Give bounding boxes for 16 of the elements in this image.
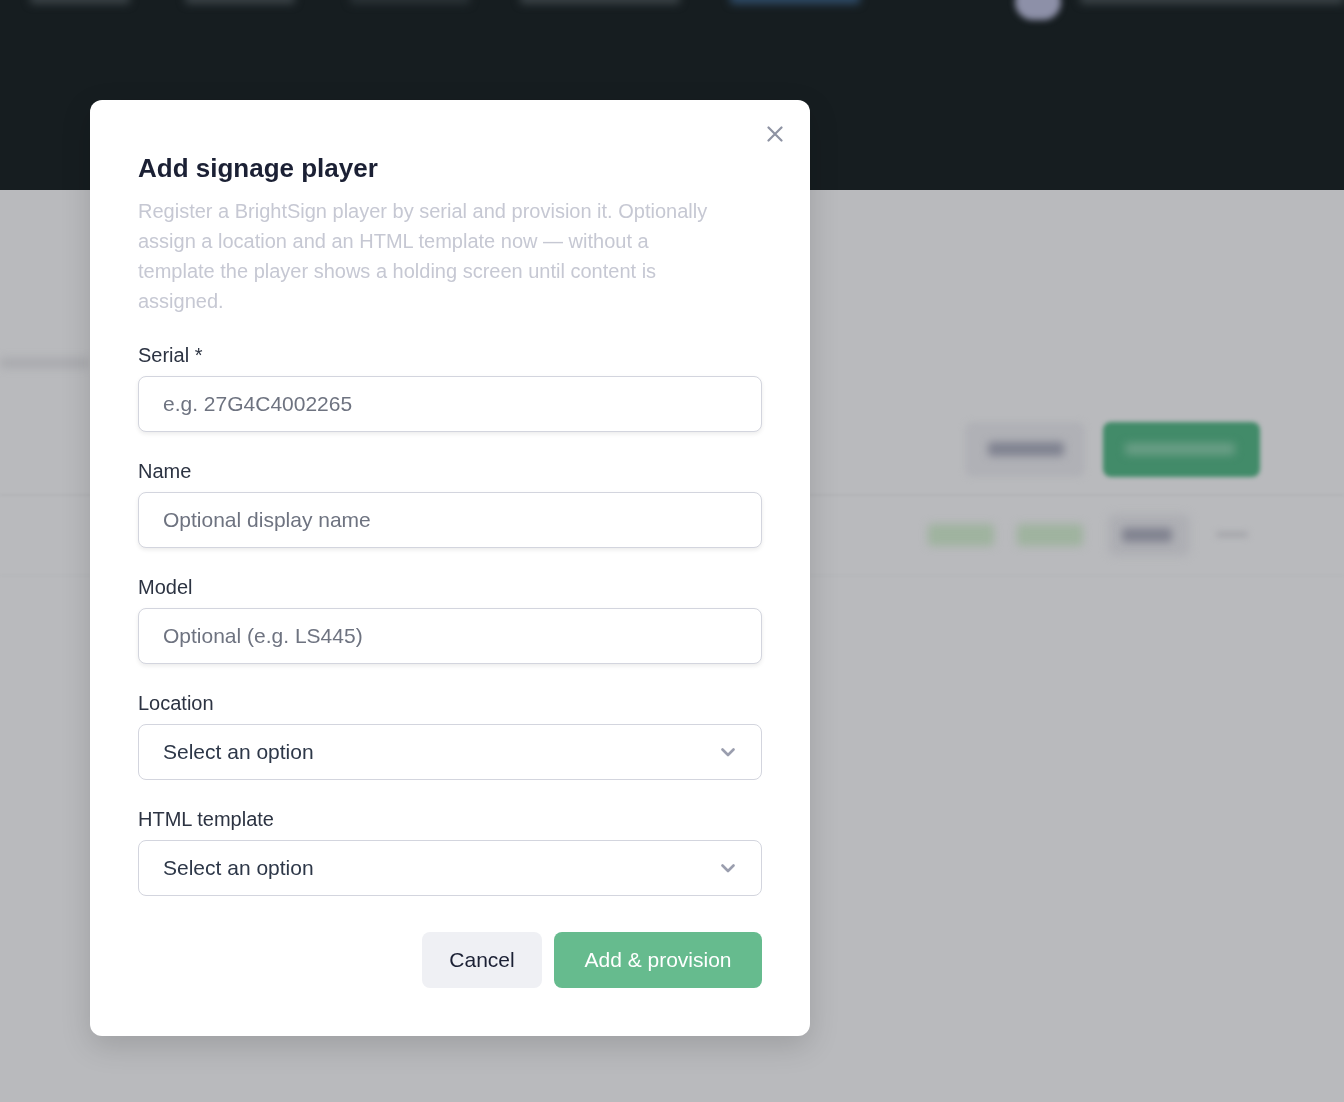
dialog-description: Register a BrightSign player by serial and provision it. Optionally assign a location and an HTML template now — without a template the player shows a holding screen until content is assigned. [138, 199, 709, 314]
close-icon[interactable] [767, 126, 783, 142]
field-label: HTML template [138, 807, 274, 831]
input-field[interactable]: Optional display name [138, 492, 762, 548]
chevron-down-icon [721, 747, 735, 757]
select-field[interactable]: Select an option [138, 840, 762, 896]
field-label: Model [138, 575, 193, 599]
field-label: Location [138, 691, 214, 715]
field-label: Serial * [138, 343, 203, 367]
cancel-button[interactable]: Cancel [422, 932, 542, 988]
input-field[interactable]: e.g. 27G4C4002265 [138, 376, 762, 432]
input-field[interactable]: Optional (e.g. LS445) [138, 608, 762, 664]
field-label: Name [138, 459, 192, 483]
dialog-title: Add signage player [138, 152, 379, 184]
select-field[interactable]: Select an option [138, 724, 762, 780]
chevron-down-icon [721, 863, 735, 873]
